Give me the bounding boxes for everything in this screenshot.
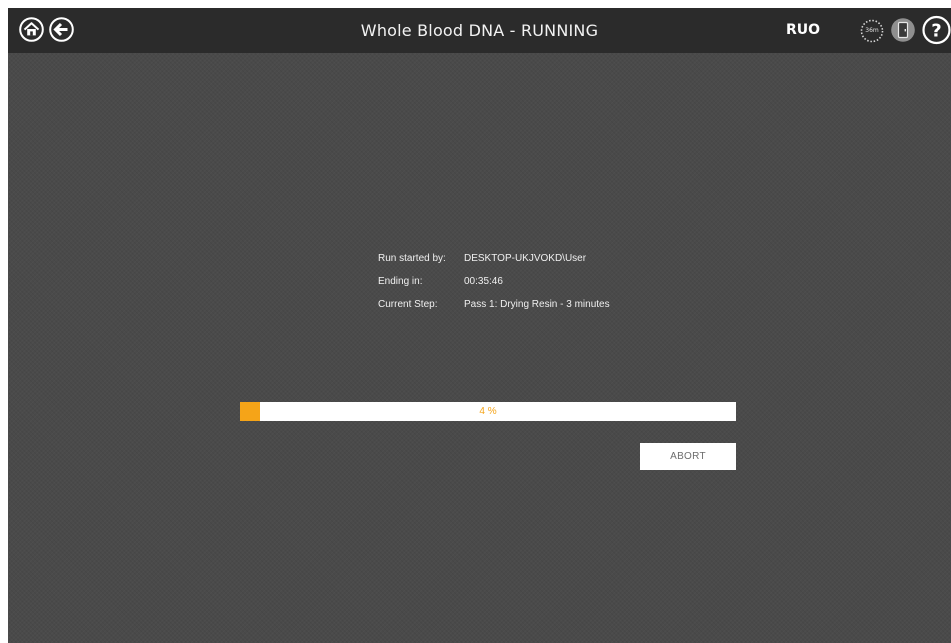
abort-button[interactable]: ABORT [640, 443, 736, 470]
run-info-panel: Run started by: DESKTOP-UKJVOKD\User Endi… [378, 247, 610, 316]
back-arrow-icon[interactable] [49, 17, 74, 42]
ending-in-label: Ending in: [378, 276, 423, 287]
run-started-value: DESKTOP-UKJVOKD\User [464, 253, 587, 264]
door-icon[interactable] [890, 17, 916, 43]
run-started-label: Run started by: [378, 253, 446, 264]
run-started-row: Run started by: DESKTOP-UKJVOKD\User [378, 247, 610, 270]
current-step-label: Current Step: [378, 299, 438, 310]
home-icon[interactable] [19, 17, 44, 42]
current-step-row: Current Step: Pass 1: Drying Resin - 3 mi… [378, 293, 610, 316]
help-icon[interactable]: ? [922, 15, 951, 45]
timer-label: 36m [865, 27, 879, 34]
progress-label: 4 % [479, 406, 497, 417]
svg-text:?: ? [931, 21, 941, 42]
ending-in-row: Ending in: 00:35:46 [378, 270, 610, 293]
current-step-value: Pass 1: Drying Resin - 3 minutes [464, 299, 610, 310]
timer-icon: 36m [859, 18, 885, 44]
app-window: Whole Blood DNA - RUNNING RUO 36m ? Run … [8, 8, 951, 643]
ending-in-value: 00:35:46 [464, 276, 503, 287]
top-bar: Whole Blood DNA - RUNNING RUO 36m ? [8, 8, 951, 53]
ruo-badge: RUO [786, 22, 821, 38]
progress-bar: 4 % [240, 402, 736, 421]
